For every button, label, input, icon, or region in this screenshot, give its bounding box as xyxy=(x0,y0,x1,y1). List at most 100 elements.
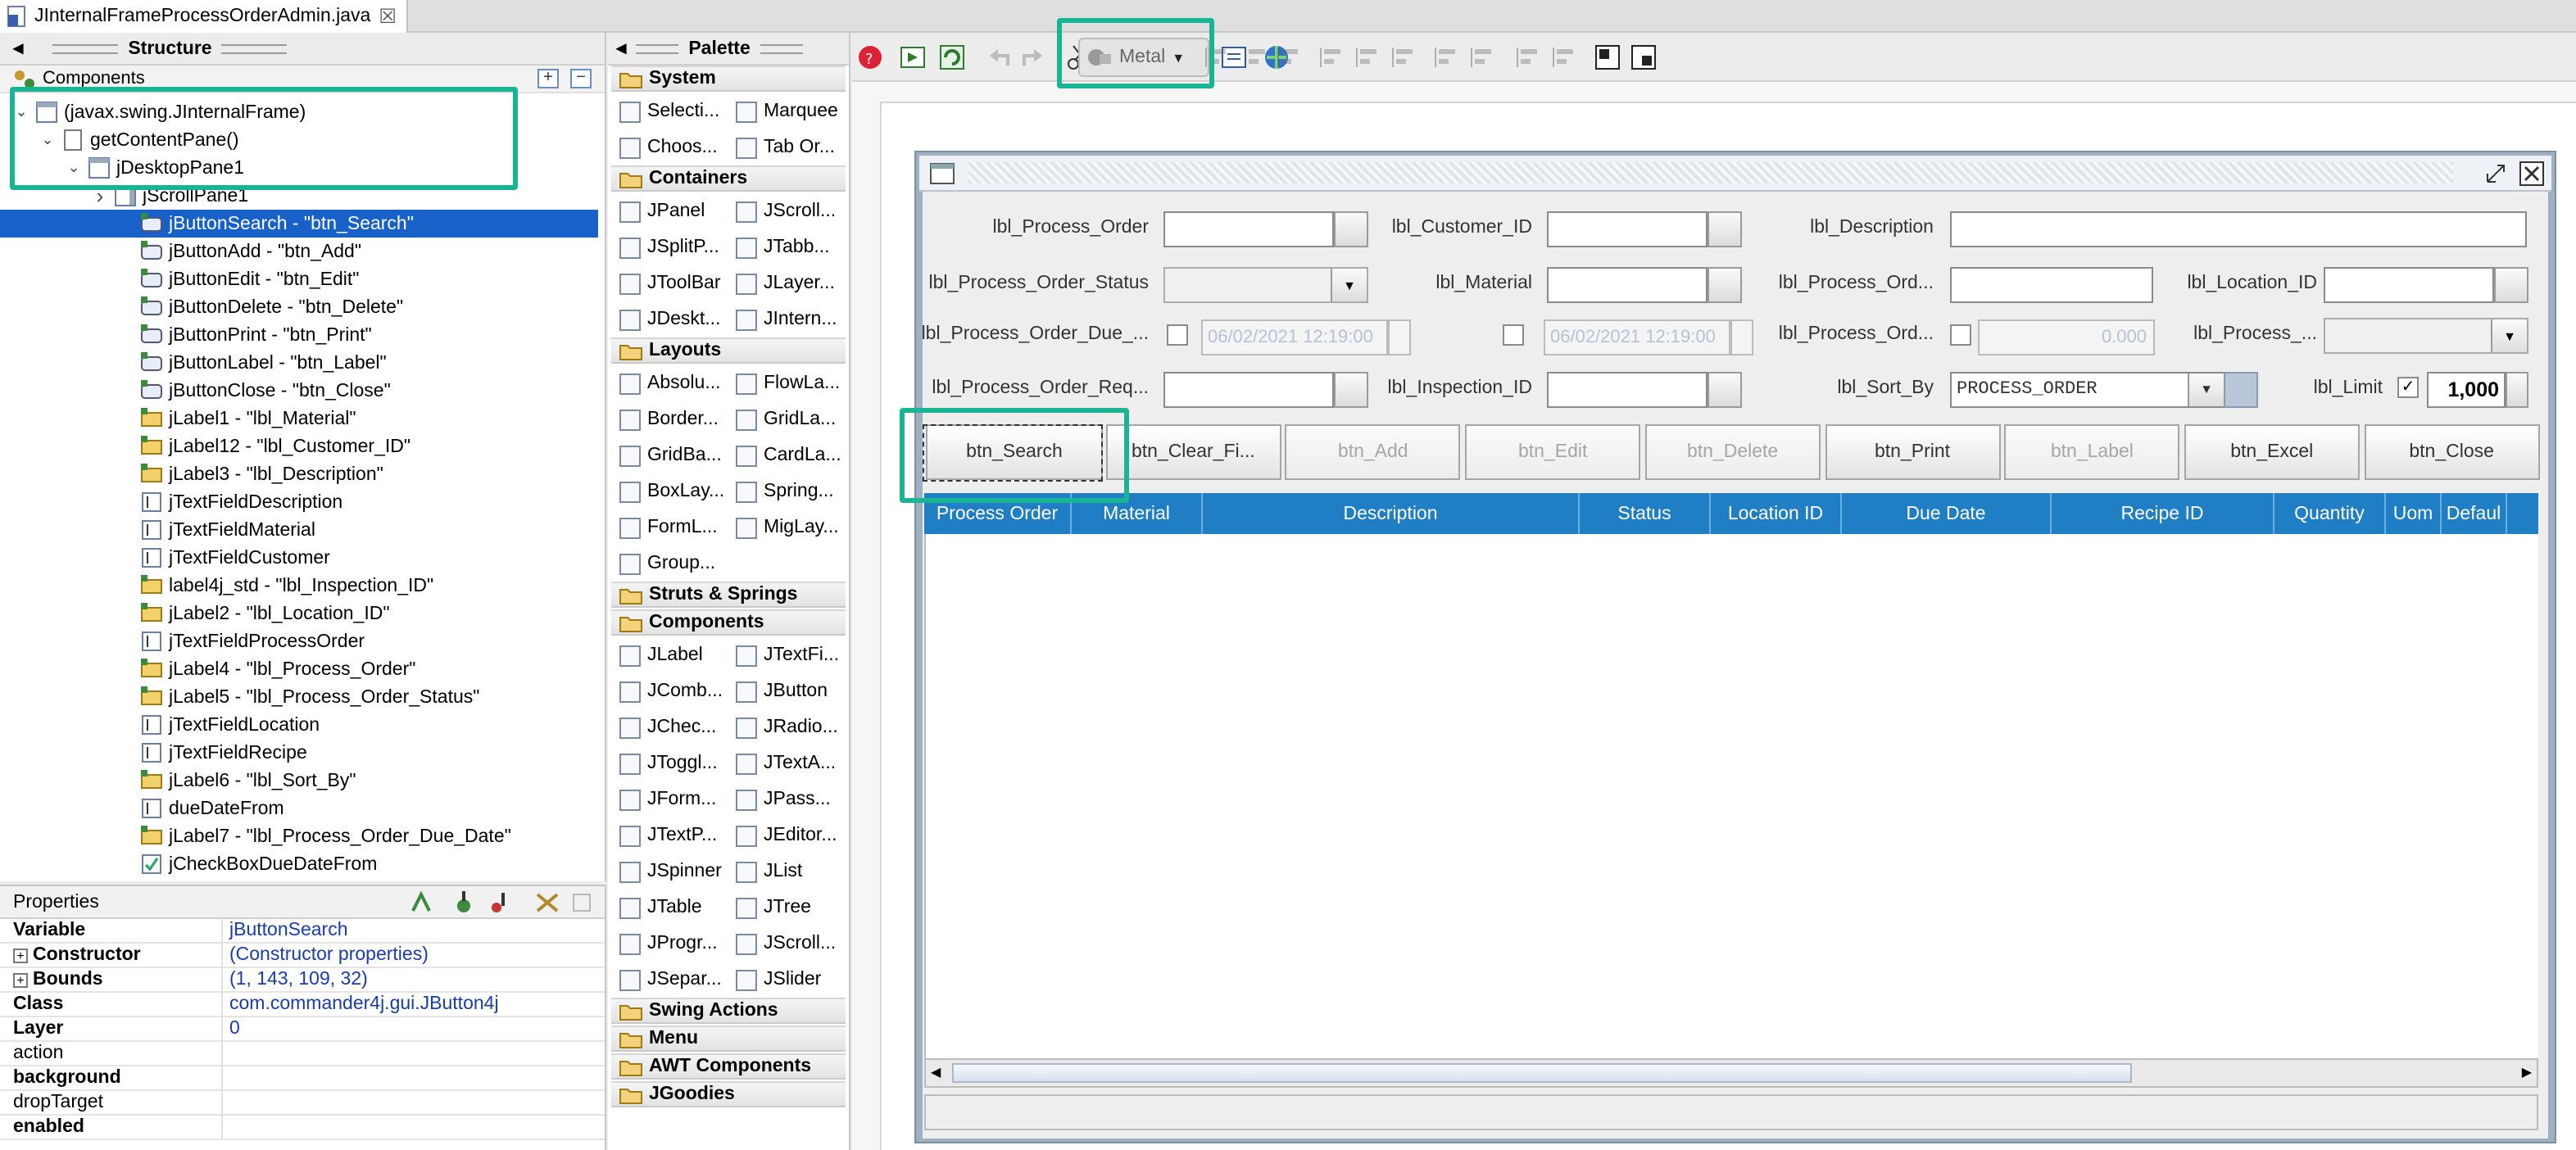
close-frame-icon[interactable] xyxy=(2519,161,2545,187)
palette-item[interactable]: JProgr... xyxy=(611,926,728,962)
table-column-header[interactable]: Status xyxy=(1580,493,1711,534)
palette-category[interactable]: Containers xyxy=(611,165,846,192)
btn-clear-fi-button[interactable]: btn_Clear_Fi... xyxy=(1105,424,1281,480)
tree-node[interactable]: jTextFieldLocation xyxy=(0,711,598,739)
palette-item[interactable]: JPass... xyxy=(728,781,844,817)
collapse-palette-icon[interactable]: ◀ xyxy=(616,41,626,56)
palette-item[interactable]: JTree xyxy=(728,890,844,926)
advanced-properties-icon[interactable] xyxy=(534,891,560,914)
customer-lookup-button[interactable] xyxy=(1708,211,1742,247)
palette-category[interactable]: Layouts xyxy=(611,337,846,364)
horizontal-scrollbar[interactable]: ◀ ▶ xyxy=(924,1058,2538,1088)
palette-item[interactable]: BoxLay... xyxy=(611,473,728,509)
palette-item[interactable]: JLabel xyxy=(611,637,728,673)
palette-item[interactable]: JPanel xyxy=(611,193,728,229)
palette-item[interactable]: CardLa... xyxy=(728,437,844,473)
tree-node[interactable]: jButtonSearch - "btn_Search" xyxy=(0,210,598,238)
tree-node[interactable]: jButtonEdit - "btn_Edit" xyxy=(0,265,598,293)
palette-item[interactable]: JScroll... xyxy=(728,193,844,229)
due-date-from-field[interactable]: 06/02/2021 12:19:00 xyxy=(1201,319,1388,355)
property-row[interactable]: dropTarget xyxy=(0,1090,605,1116)
location-lookup-button[interactable] xyxy=(2494,267,2528,303)
table-column-header[interactable]: Due Date xyxy=(1842,493,2052,534)
close-tab-icon[interactable]: ☒ xyxy=(379,5,397,28)
palette-category[interactable]: System xyxy=(611,66,846,92)
palette-item[interactable]: JTable xyxy=(611,890,728,926)
palette-category[interactable]: Components xyxy=(611,609,846,636)
due-date-to-checkbox[interactable] xyxy=(1503,324,1524,346)
convert-local-icon[interactable] xyxy=(488,891,511,914)
tree-node[interactable]: jLabel1 - "lbl_Material" xyxy=(0,405,598,432)
palette-category[interactable]: AWT Components xyxy=(611,1053,846,1080)
alignment-icon[interactable] xyxy=(1275,43,1304,72)
tree-node[interactable]: jButtonClose - "btn_Close" xyxy=(0,377,598,405)
palette-item[interactable]: MigLay... xyxy=(728,509,844,546)
due-date-from-spinner[interactable] xyxy=(1388,319,1411,355)
tree-node[interactable]: jLabel4 - "lbl_Process_Order" xyxy=(0,655,598,683)
palette-item[interactable]: JChec... xyxy=(611,709,728,745)
palette-item[interactable]: JToolBar xyxy=(611,265,728,301)
due-date-from-checkbox[interactable] xyxy=(1167,324,1188,346)
property-row[interactable]: background xyxy=(0,1066,605,1091)
palette-item[interactable]: Border... xyxy=(611,401,728,437)
property-value[interactable]: (1, 143, 109, 32) xyxy=(223,970,368,989)
quantity-checkbox[interactable] xyxy=(1950,324,1971,346)
sort-by-combo[interactable]: PROCESS_ORDER ▼ xyxy=(1950,372,2225,408)
property-value[interactable]: jButtonSearch xyxy=(223,921,348,940)
palette-item[interactable]: GridLa... xyxy=(728,401,844,437)
collapse-left-icon[interactable]: ◀ xyxy=(13,41,23,56)
material-field[interactable] xyxy=(1547,267,1708,303)
iconify-icon[interactable] xyxy=(2483,161,2509,187)
tree-node[interactable]: jLabel7 - "lbl_Process_Order_Due_Date" xyxy=(0,822,598,850)
editor-tab[interactable]: JInternalFrameProcessOrderAdmin.java ☒ xyxy=(0,0,408,33)
tree-node[interactable]: jTextFieldDescription xyxy=(0,488,598,516)
tree-node[interactable]: jTextFieldCustomer xyxy=(0,544,598,572)
palette-item[interactable]: JTabb... xyxy=(728,229,844,265)
btn-close-button[interactable]: btn_Close xyxy=(2364,424,2540,480)
tree-node[interactable]: jTextFieldMaterial xyxy=(0,516,598,544)
alignment-icon[interactable] xyxy=(1514,43,1544,72)
required-resource-lookup-button[interactable] xyxy=(1334,372,1368,408)
inspection-id-field[interactable] xyxy=(1547,372,1708,408)
palette-item[interactable]: JSlider xyxy=(728,962,844,998)
palette-item[interactable]: JButton xyxy=(728,673,844,709)
due-date-to-field[interactable]: 06/02/2021 12:19:00 xyxy=(1544,319,1730,355)
limit-spinner-arrows[interactable] xyxy=(2506,372,2528,408)
palette-item[interactable]: JForm... xyxy=(611,781,728,817)
expand-all-icon[interactable]: + xyxy=(537,69,559,88)
required-resource-field[interactable] xyxy=(1163,372,1334,408)
tree-node[interactable]: jButtonAdd - "btn_Add" xyxy=(0,238,598,265)
tree-node[interactable]: jLabel12 - "lbl_Customer_ID" xyxy=(0,432,598,460)
table-column-header[interactable]: Defaul xyxy=(2442,493,2507,534)
scroll-right-icon[interactable]: ▶ xyxy=(2522,1065,2532,1080)
tree-node[interactable]: jLabel3 - "lbl_Description" xyxy=(0,460,598,488)
palette-item[interactable]: Choos... xyxy=(611,129,728,165)
palette-item[interactable]: JTextFi... xyxy=(728,637,844,673)
palette-item[interactable]: JTextA... xyxy=(728,745,844,781)
btn-edit-button[interactable]: btn_Edit xyxy=(1465,424,1641,480)
palette-item[interactable]: JSpinner xyxy=(611,853,728,890)
table-column-header[interactable]: Location ID xyxy=(1711,493,1842,534)
scrollbar-thumb[interactable] xyxy=(952,1063,2132,1083)
chevron-right-icon[interactable]: › xyxy=(92,183,108,208)
test-gui-icon[interactable]: ? xyxy=(855,43,885,72)
palette-item[interactable]: JTextP... xyxy=(611,817,728,853)
tree-node[interactable]: jButtonDelete - "btn_Delete" xyxy=(0,293,598,321)
palette-item[interactable]: FormL... xyxy=(611,509,728,546)
palette-item[interactable]: JList xyxy=(728,853,844,890)
palette-item[interactable]: Absolu... xyxy=(611,365,728,401)
run-icon[interactable] xyxy=(898,43,927,72)
uom-combo[interactable]: ▼ xyxy=(2324,318,2528,354)
btn-print-button[interactable]: btn_Print xyxy=(1825,424,2000,480)
process-order-field[interactable] xyxy=(1163,211,1334,247)
description-field[interactable] xyxy=(1950,211,2527,247)
alignment-icon[interactable] xyxy=(1354,43,1383,72)
status-combo[interactable]: ▼ xyxy=(1163,267,1368,303)
palette-item[interactable]: JScroll... xyxy=(728,926,844,962)
btn-add-button[interactable]: btn_Add xyxy=(1285,424,1461,480)
internal-frame-titlebar[interactable] xyxy=(919,156,2551,192)
btn-delete-button[interactable]: btn_Delete xyxy=(1644,424,1821,480)
palette-item[interactable]: JComb... xyxy=(611,673,728,709)
location-id-field[interactable] xyxy=(2324,267,2494,303)
palette-item[interactable]: Tab Or... xyxy=(728,129,844,165)
